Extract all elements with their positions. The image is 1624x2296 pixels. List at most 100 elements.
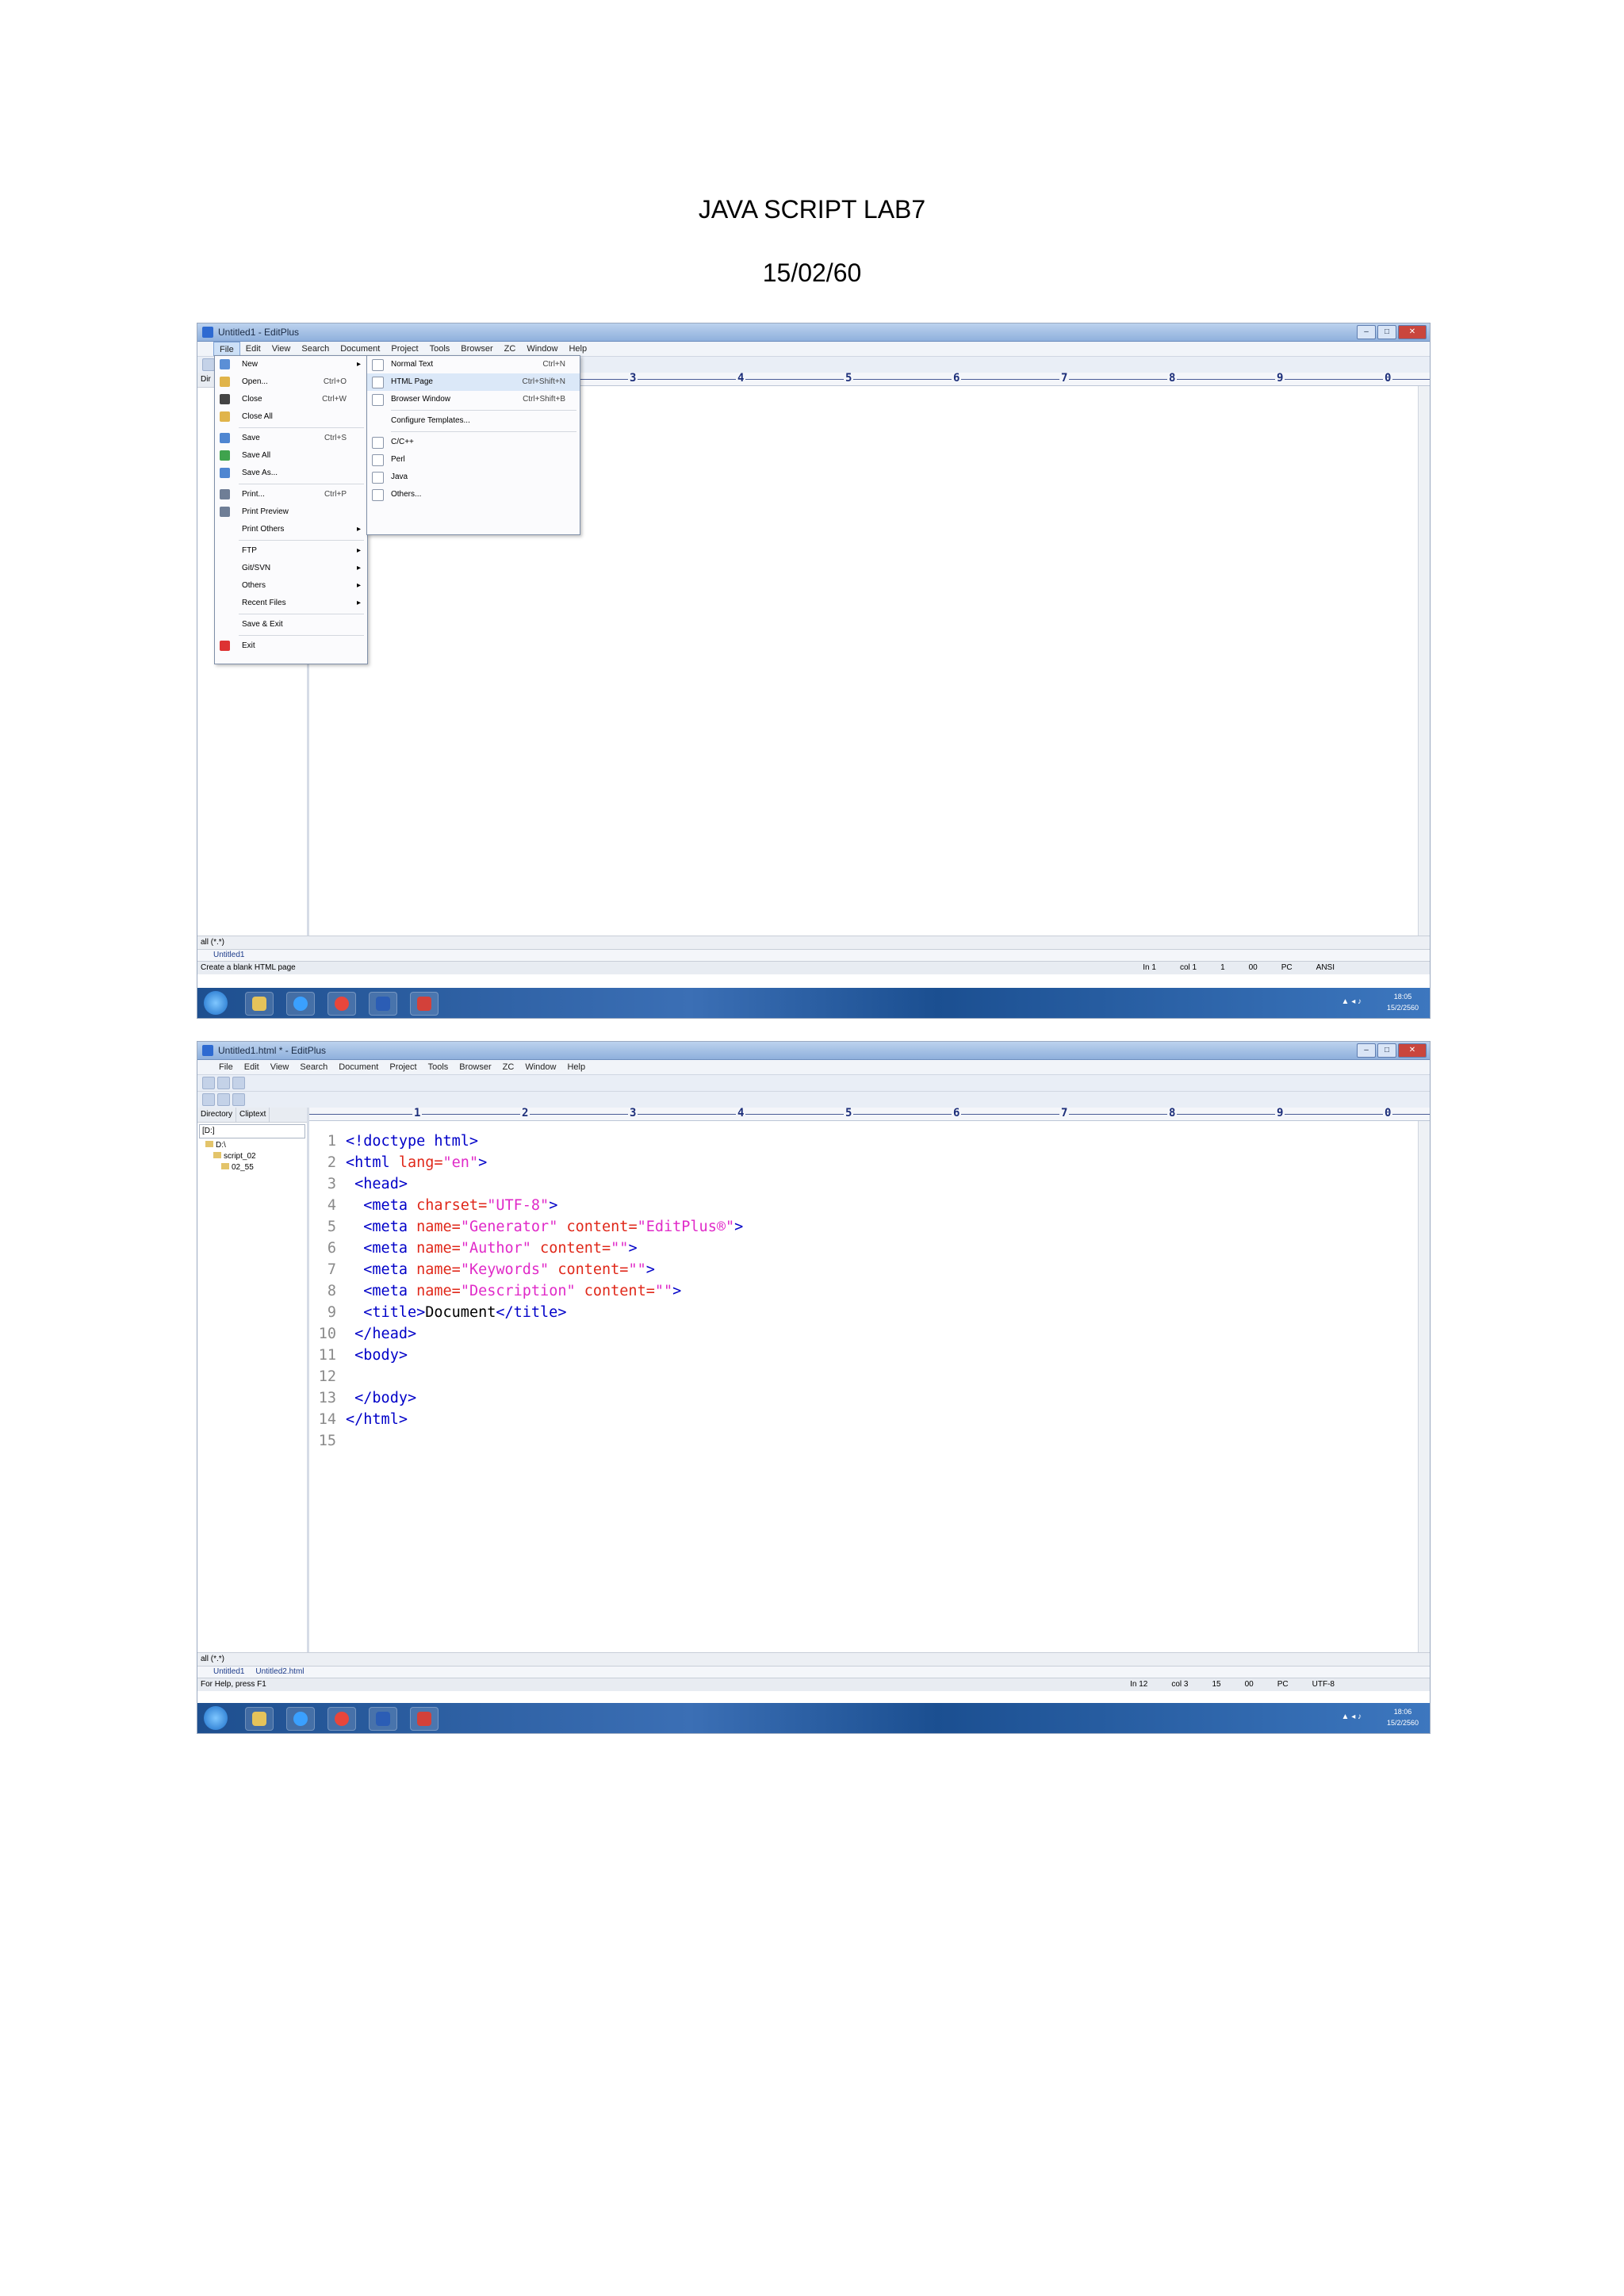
menu-document[interactable]: Document xyxy=(335,342,385,356)
menu-zc[interactable]: ZC xyxy=(497,1060,520,1074)
tab-cliptext[interactable]: Cliptext xyxy=(236,1108,270,1122)
start-button-icon[interactable] xyxy=(204,991,228,1015)
code-token: lang= xyxy=(398,1154,443,1171)
file-menu-item-exit[interactable]: Exit xyxy=(215,637,367,655)
new-submenu-item-others[interactable]: Others... xyxy=(367,486,580,503)
file-menu-item-save[interactable]: Save Ctrl+S xyxy=(215,430,367,447)
file-menu-item-save-exit[interactable]: Save & Exit xyxy=(215,616,367,633)
start-button-icon[interactable] xyxy=(204,1706,228,1730)
menu-project[interactable]: Project xyxy=(384,1060,422,1074)
file-menu-item-open[interactable]: Open... Ctrl+O xyxy=(215,373,367,391)
doc-tab-untitled1[interactable]: Untitled1 xyxy=(213,951,244,959)
editplus-taskbar-icon[interactable] xyxy=(410,992,439,1016)
menu-tools[interactable]: Tools xyxy=(423,1060,454,1074)
new-file-icon[interactable] xyxy=(202,1077,215,1089)
menu-browser[interactable]: Browser xyxy=(455,342,498,356)
italic-icon[interactable] xyxy=(217,1093,230,1106)
new-submenu-item-configure-templates[interactable]: Configure Templates... xyxy=(367,412,580,430)
file-menu-item-new[interactable]: New ▸ xyxy=(215,356,367,373)
doc-tab-untitled1[interactable]: Untitled1 xyxy=(213,1667,244,1676)
new-submenu-item-normal-text[interactable]: Normal Text Ctrl+N xyxy=(367,356,580,373)
file-filter-select[interactable]: all (*.*) xyxy=(201,938,224,947)
menu-browser[interactable]: Browser xyxy=(454,1060,496,1074)
file-menu-item-print[interactable]: Print... Ctrl+P xyxy=(215,486,367,503)
file-menu-item-save-all[interactable]: Save All xyxy=(215,447,367,465)
tree-item-script-02[interactable]: script_02 xyxy=(197,1151,307,1162)
save-as-icon xyxy=(220,468,230,478)
menu-file[interactable]: File xyxy=(213,342,240,356)
menu-file[interactable]: File xyxy=(213,1060,239,1074)
editor-area[interactable]: 1 <!doctype html> 2 <html lang="en"> 3 <head… xyxy=(309,1121,1430,1665)
tab-directory[interactable]: Dir xyxy=(197,373,215,387)
close-button[interactable]: ✕ xyxy=(1398,1043,1427,1058)
file-menu-item-others[interactable]: Others ▸ xyxy=(215,577,367,595)
open-file-icon[interactable] xyxy=(217,1077,230,1089)
menu-search[interactable]: Search xyxy=(294,1060,333,1074)
menu-view[interactable]: View xyxy=(266,342,297,356)
tree-item-d[interactable]: D:\ xyxy=(197,1140,307,1151)
file-menu-item-print-others[interactable]: Print Others ▸ xyxy=(215,521,367,538)
file-menu-item-save-as[interactable]: Save As... xyxy=(215,465,367,482)
menu-edit[interactable]: Edit xyxy=(240,342,266,356)
code-token: Document xyxy=(425,1304,496,1321)
line-number: 7 xyxy=(327,1261,336,1278)
code-token: "en" xyxy=(442,1154,479,1171)
file-menu-item-ftp[interactable]: FTP ▸ xyxy=(215,542,367,560)
new-file-icon[interactable] xyxy=(202,358,215,371)
file-menu-item-close-all[interactable]: Close All xyxy=(215,408,367,426)
vertical-scrollbar[interactable] xyxy=(1418,386,1430,951)
maximize-button[interactable]: □ xyxy=(1377,325,1396,339)
word-taskbar-icon[interactable] xyxy=(369,992,397,1016)
chevron-right-icon: ▸ xyxy=(356,599,361,607)
menu-zc[interactable]: ZC xyxy=(499,342,522,356)
word-taskbar-icon[interactable] xyxy=(369,1707,397,1731)
chrome-taskbar-icon[interactable] xyxy=(327,1707,356,1731)
doc-tab-untitled2-html[interactable]: Untitled2.html xyxy=(255,1667,304,1676)
menu-edit[interactable]: Edit xyxy=(239,1060,265,1074)
code-token: "Description" xyxy=(460,1283,576,1299)
code-token: > xyxy=(645,1261,655,1278)
save-icon[interactable] xyxy=(232,1077,245,1089)
directory-panel: Directory Cliptext [D:] D:\ script_02 02_55 xyxy=(197,1108,309,1665)
tab-directory[interactable]: Directory xyxy=(197,1108,237,1122)
code-line: 5 <meta name="Generator" content="EditPl… xyxy=(309,1216,743,1238)
explorer-taskbar-icon[interactable] xyxy=(245,1707,274,1731)
menu-document[interactable]: Document xyxy=(333,1060,384,1074)
file-menu-item-git-svn[interactable]: Git/SVN ▸ xyxy=(215,560,367,577)
file-menu-item-print-preview[interactable]: Print Preview xyxy=(215,503,367,521)
menu-search[interactable]: Search xyxy=(296,342,335,356)
bold-icon[interactable] xyxy=(202,1093,215,1106)
ruler-number: 5 xyxy=(844,1108,854,1119)
maximize-button[interactable]: □ xyxy=(1377,1043,1396,1058)
file-menu-item-close[interactable]: Close Ctrl+W xyxy=(215,391,367,408)
underline-icon[interactable] xyxy=(232,1093,245,1106)
new-submenu-item-browser-window[interactable]: Browser Window Ctrl+Shift+B xyxy=(367,391,580,408)
menu-help[interactable]: Help xyxy=(563,342,592,356)
ie-taskbar-icon[interactable] xyxy=(286,1707,315,1731)
drive-select[interactable]: [D:] xyxy=(199,1124,305,1138)
close-button[interactable]: ✕ xyxy=(1398,325,1427,339)
new-submenu-item-perl[interactable]: Perl xyxy=(367,451,580,469)
editplus-taskbar-icon[interactable] xyxy=(410,1707,439,1731)
menu-view[interactable]: View xyxy=(265,1060,295,1074)
file-menu-item-recent-files[interactable]: Recent Files ▸ xyxy=(215,595,367,612)
new-submenu-item-java[interactable]: Java xyxy=(367,469,580,486)
explorer-taskbar-icon[interactable] xyxy=(245,992,274,1016)
new-submenu-item-c-c[interactable]: C/C++ xyxy=(367,434,580,451)
code-view: 1 <!doctype html> 2 <html lang="en"> 3 <head… xyxy=(309,1131,744,1452)
code-token: "Generator" xyxy=(460,1219,558,1235)
menu-project[interactable]: Project xyxy=(385,342,423,356)
minimize-button[interactable]: – xyxy=(1357,1043,1376,1058)
vertical-scrollbar[interactable] xyxy=(1418,1121,1430,1665)
menu-window[interactable]: Window xyxy=(519,1060,561,1074)
menu-help[interactable]: Help xyxy=(561,1060,591,1074)
new-submenu-item-html-page[interactable]: HTML Page Ctrl+Shift+N xyxy=(367,373,580,391)
window-controls: – □ ✕ xyxy=(1357,1043,1427,1058)
minimize-button[interactable]: – xyxy=(1357,325,1376,339)
file-filter-select[interactable]: all (*.*) xyxy=(201,1655,224,1663)
menu-window[interactable]: Window xyxy=(521,342,563,356)
menu-tools[interactable]: Tools xyxy=(424,342,456,356)
chrome-taskbar-icon[interactable] xyxy=(327,992,356,1016)
tree-item-02-55[interactable]: 02_55 xyxy=(197,1162,307,1173)
ie-taskbar-icon[interactable] xyxy=(286,992,315,1016)
